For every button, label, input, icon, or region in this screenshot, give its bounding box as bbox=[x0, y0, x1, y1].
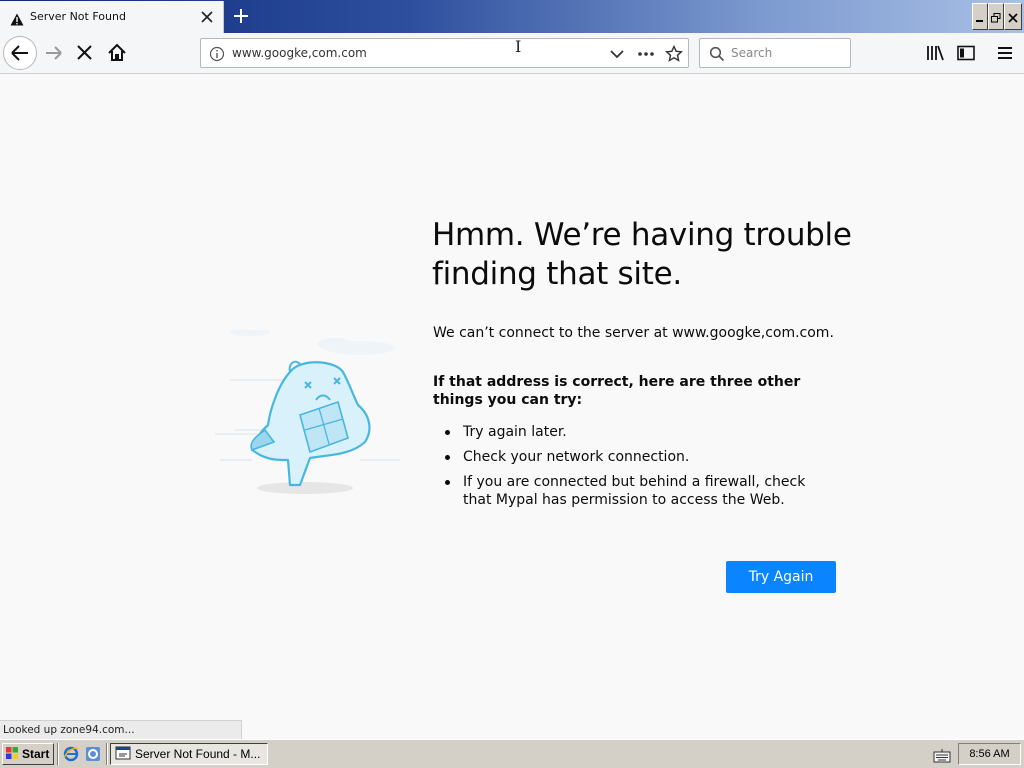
sidebar-icon[interactable] bbox=[956, 43, 976, 63]
system-tray-clock[interactable]: 8:56 AM bbox=[958, 743, 1021, 765]
tab-strip: Server Not Found bbox=[0, 0, 1024, 33]
status-bar: Looked up zone94.com... bbox=[0, 720, 242, 739]
forward-icon[interactable] bbox=[43, 42, 65, 64]
tip-text: Try again later. bbox=[463, 424, 567, 440]
navigation-toolbar: www.googke,com.com I Search bbox=[0, 33, 1024, 74]
warning-icon bbox=[10, 11, 24, 30]
start-button[interactable]: Start bbox=[2, 743, 54, 765]
search-icon bbox=[709, 46, 725, 66]
text-cursor-icon: I bbox=[515, 37, 522, 56]
tips-list: Try again later. Check your network conn… bbox=[433, 423, 833, 516]
browser-app-icon bbox=[115, 745, 131, 764]
tab-title: Server Not Found bbox=[30, 10, 126, 23]
tip-text: If you are connected but behind a firewa… bbox=[463, 474, 806, 508]
search-bar[interactable]: Search bbox=[699, 38, 851, 68]
search-placeholder: Search bbox=[731, 46, 773, 60]
page-title: Hmm. We’re having trouble finding that s… bbox=[432, 217, 852, 292]
url-bar[interactable]: www.googke,com.com bbox=[200, 38, 689, 68]
close-tab-icon[interactable] bbox=[199, 9, 215, 25]
bullet-icon bbox=[445, 455, 450, 460]
try-again-button[interactable]: Try Again bbox=[726, 561, 836, 593]
menu-icon[interactable] bbox=[995, 43, 1015, 63]
tip-text: Check your network connection. bbox=[463, 449, 690, 465]
close-window-button[interactable] bbox=[1004, 3, 1022, 30]
tab-server-not-found[interactable]: Server Not Found bbox=[0, 1, 224, 33]
restore-button[interactable] bbox=[988, 3, 1004, 30]
url-text: www.googke,com.com bbox=[232, 46, 367, 60]
internet-explorer-icon[interactable] bbox=[62, 745, 80, 763]
info-icon[interactable] bbox=[209, 46, 225, 66]
new-tab-icon[interactable] bbox=[231, 6, 251, 26]
list-item: If you are connected but behind a firewa… bbox=[433, 473, 833, 509]
outlook-express-icon[interactable] bbox=[84, 745, 102, 763]
back-button[interactable] bbox=[3, 36, 37, 70]
list-item: Check your network connection. bbox=[433, 448, 833, 466]
bullet-icon bbox=[445, 430, 450, 435]
stop-icon[interactable] bbox=[74, 42, 96, 64]
keyboard-icon[interactable] bbox=[933, 748, 951, 767]
start-label: Start bbox=[22, 747, 50, 761]
home-icon[interactable] bbox=[106, 42, 128, 64]
minimize-button[interactable] bbox=[972, 3, 988, 30]
clock: 8:56 AM bbox=[969, 748, 1010, 760]
error-page: Hmm. We’re having trouble finding that s… bbox=[0, 75, 1024, 738]
bullet-icon bbox=[445, 480, 450, 485]
list-item: Try again later. bbox=[433, 423, 833, 441]
separator bbox=[57, 743, 59, 765]
taskbar-item-browser[interactable]: Server Not Found - M... bbox=[110, 743, 268, 765]
taskbar-item-label: Server Not Found - M... bbox=[135, 747, 261, 761]
tips-title: If that address is correct, here are thr… bbox=[433, 374, 801, 408]
error-illustration bbox=[210, 328, 405, 505]
chevron-down-icon[interactable] bbox=[608, 45, 626, 63]
separator bbox=[106, 743, 108, 765]
library-icon[interactable] bbox=[925, 43, 945, 63]
bookmark-star-icon[interactable] bbox=[664, 44, 684, 63]
error-description: We can’t connect to the server at www.go… bbox=[433, 325, 834, 341]
page-actions-icon[interactable] bbox=[637, 45, 655, 63]
windows-logo-icon bbox=[5, 746, 19, 763]
taskbar: Start Server Not Found - M... 8:56 AM bbox=[0, 739, 1024, 768]
